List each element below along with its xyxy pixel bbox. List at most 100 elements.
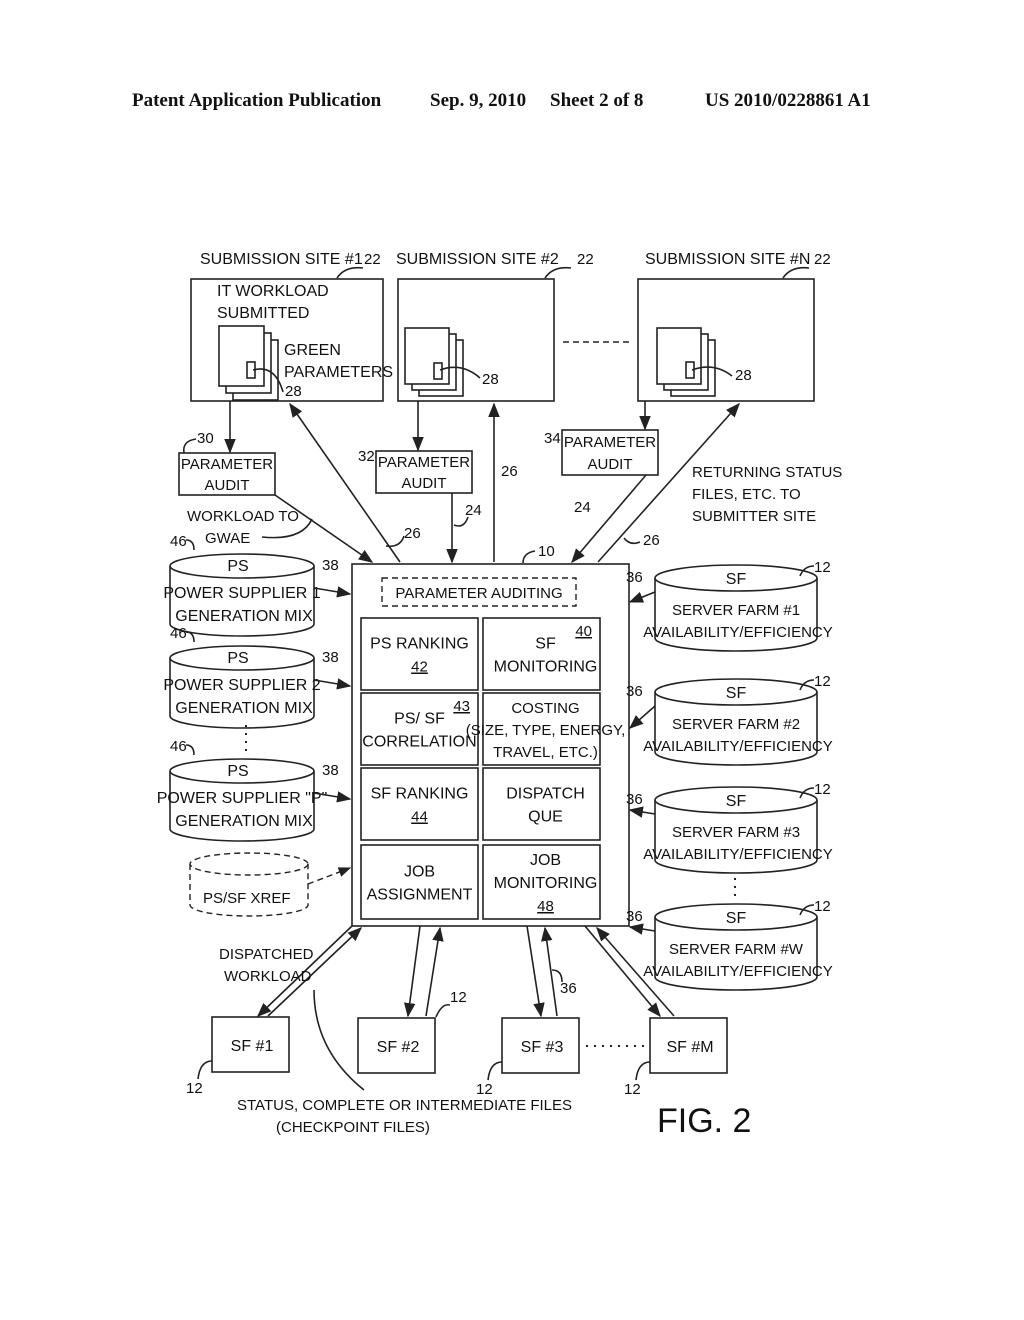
- document-stack-icon: [218, 325, 279, 401]
- status-files-leader: [313, 989, 365, 1091]
- module-label: CORRELATION: [362, 734, 476, 751]
- ref-number: 12: [624, 1081, 641, 1098]
- gwae-module: JOB MONITORING 48: [482, 844, 601, 920]
- parameter-audit-34: PARAMETER AUDIT 34: [544, 401, 659, 476]
- ref-number: 36: [626, 683, 643, 700]
- db-label: AVAILABILITY/EFFICIENCY: [643, 738, 833, 755]
- sf-arrow: [628, 923, 656, 935]
- module-label: SF: [535, 636, 556, 653]
- server-farm-box: SF #2 12: [357, 989, 467, 1074]
- parameter-audit-32: PARAMETER AUDIT 32: [358, 401, 473, 494]
- status-arrow: [425, 926, 444, 1017]
- db-label: GENERATION MIX: [175, 700, 313, 717]
- audit-label: PARAMETER: [181, 456, 273, 473]
- farm-label: SF #M: [666, 1039, 713, 1056]
- ref-number: 26: [404, 525, 421, 542]
- server-farm-db: SF SERVER FARM #2 AVAILABILITY/EFFICIENCY 1…: [626, 673, 833, 766]
- db-title: PS: [227, 650, 248, 667]
- sf-arrow: [628, 705, 656, 729]
- module-label: PS/ SF: [394, 711, 445, 728]
- parameter-audit-30: PARAMETER AUDIT 30: [178, 401, 276, 496]
- ref-number: 12: [186, 1080, 203, 1097]
- doc-label-line: GREEN: [284, 342, 341, 359]
- module-label: JOB: [404, 864, 435, 881]
- site-content-line: SUBMITTED: [217, 305, 309, 322]
- doc-ref: 28: [735, 367, 752, 384]
- figure-diagram: SUBMISSION SITE #1 22 IT WORKLOAD SUBMIT…: [157, 251, 843, 1140]
- figure-title: FIG. 2: [657, 1102, 751, 1140]
- ref-number: 46: [170, 738, 187, 755]
- ref-number: 36: [560, 980, 577, 997]
- site-label: SUBMISSION SITE #1: [200, 251, 363, 268]
- ref-number: 24: [465, 502, 482, 519]
- ref-number: 36: [626, 569, 643, 586]
- ps-sf-xref-db: PS/SF XREF: [189, 852, 352, 917]
- power-supplier-db: PS POWER SUPPLIER 1 GENERATION MIX 46 38: [163, 533, 352, 637]
- sf-arrow: [628, 591, 656, 603]
- ref-number: 46: [170, 533, 187, 550]
- ref-number: 38: [322, 762, 339, 779]
- audit-label: PARAMETER: [564, 434, 656, 451]
- site-label: SUBMISSION SITE #2: [396, 251, 559, 268]
- flow-label: WORKLOAD TO: [187, 508, 299, 525]
- db-title: SF: [726, 910, 747, 927]
- module-label: (SIZE, TYPE, ENERGY,: [466, 722, 626, 739]
- flow-label: FILES, ETC. TO: [692, 486, 801, 503]
- ref-number: 44: [411, 809, 428, 826]
- db-label: AVAILABILITY/EFFICIENCY: [643, 624, 833, 641]
- db-label: AVAILABILITY/EFFICIENCY: [643, 846, 833, 863]
- db-label: AVAILABILITY/EFFICIENCY: [643, 963, 833, 980]
- ref-number: 46: [170, 625, 187, 642]
- dispatch-arrow: [404, 925, 421, 1018]
- ref-number: 40: [575, 623, 592, 640]
- db-label: GENERATION MIX: [175, 608, 313, 625]
- ref-number: 12: [814, 559, 831, 576]
- db-label: SERVER FARM #3: [672, 824, 800, 841]
- module-label: ASSIGNMENT: [367, 887, 473, 904]
- db-title: PS: [227, 763, 248, 780]
- server-farm-box: SF #3 12: [476, 1017, 580, 1098]
- db-title: SF: [726, 793, 747, 810]
- gwae-module: DISPATCH QUE: [482, 767, 601, 841]
- document-stack-icon: [656, 327, 716, 397]
- ref-number: 10: [538, 543, 555, 560]
- sf-arrow: [628, 806, 656, 818]
- audit-label: PARAMETER: [378, 454, 470, 471]
- module-label: MONITORING: [494, 875, 598, 892]
- document-stack-icon: [404, 327, 464, 397]
- db-label: POWER SUPPLIER "P": [157, 790, 328, 807]
- db-label: GENERATION MIX: [175, 813, 313, 830]
- ref-number: 24: [574, 499, 591, 516]
- flow-label: RETURNING STATUS: [692, 464, 842, 481]
- ref-number: 30: [197, 430, 214, 447]
- ref-number: 12: [814, 673, 831, 690]
- db-title: SF: [726, 685, 747, 702]
- gwae-module: SF MONITORING 40: [482, 617, 601, 691]
- submission-site-2: SUBMISSION SITE #2 22 28: [396, 251, 594, 402]
- module-label: MONITORING: [494, 659, 598, 676]
- ref-number: 26: [643, 532, 660, 549]
- ref-number: 32: [358, 448, 375, 465]
- audit-label: AUDIT: [402, 475, 447, 492]
- ref-number: 36: [626, 908, 643, 925]
- module-label: PS RANKING: [370, 636, 469, 653]
- module-label: TRAVEL, ETC.): [493, 744, 598, 761]
- gwae-module: PS/ SF CORRELATION 43: [360, 692, 479, 766]
- site-content-line: IT WORKLOAD: [217, 283, 329, 300]
- ref-number: 12: [450, 989, 467, 1006]
- ref-number: 12: [814, 781, 831, 798]
- submission-site-n: SUBMISSION SITE #N 22 28: [637, 251, 831, 402]
- module-label: JOB: [530, 852, 561, 869]
- gwae-module: PS RANKING 42: [360, 617, 479, 691]
- ref-number: 36: [626, 791, 643, 808]
- audit-label: AUDIT: [205, 477, 250, 494]
- flow-label: STATUS, COMPLETE OR INTERMEDIATE FILES: [237, 1097, 572, 1114]
- power-supplier-db: PS POWER SUPPLIER "P" GENERATION MIX 46 38: [157, 738, 352, 842]
- module-label: SF RANKING: [371, 786, 469, 803]
- flow-label: (CHECKPOINT FILES): [276, 1119, 430, 1136]
- server-farm-box: SF #1 12: [186, 1016, 290, 1097]
- db-label: POWER SUPPLIER 2: [163, 677, 320, 694]
- doc-label-line: PARAMETERS: [284, 364, 393, 381]
- site-label: SUBMISSION SITE #N: [645, 251, 810, 268]
- audit-label: AUDIT: [588, 456, 633, 473]
